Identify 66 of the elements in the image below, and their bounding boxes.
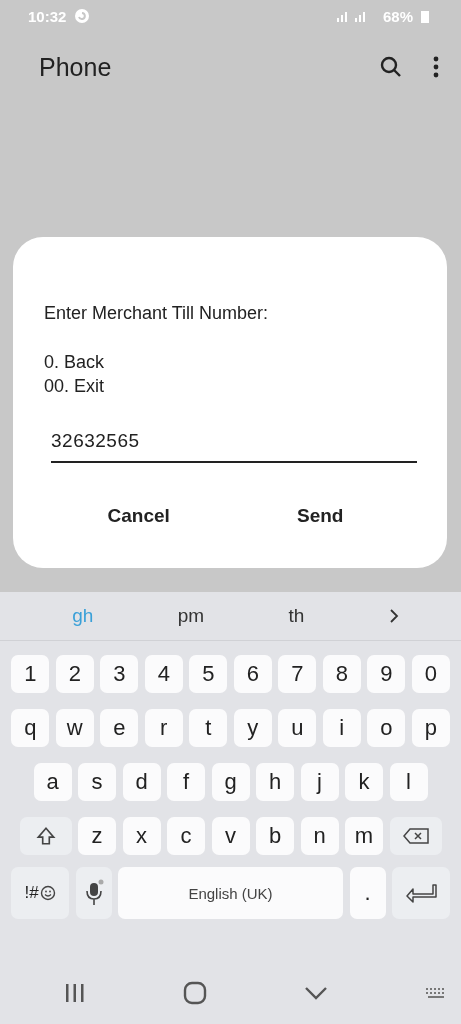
home-icon[interactable] (182, 981, 207, 1005)
keyboard-key[interactable]: w (55, 709, 94, 747)
keyboard-key[interactable]: h (256, 763, 294, 801)
keyboard-key[interactable]: 2 (55, 655, 94, 693)
symbols-key[interactable]: !# (11, 867, 69, 919)
keyboard-key[interactable]: c (167, 817, 205, 855)
enter-icon (405, 883, 437, 903)
keyboard-key[interactable]: v (211, 817, 250, 855)
keyboard-key[interactable]: 9 (367, 655, 406, 693)
keyboard-key[interactable]: q (11, 709, 50, 747)
notification-icon (74, 8, 91, 24)
keyboard-key[interactable]: j (300, 763, 339, 801)
suggestion[interactable]: th (288, 605, 305, 627)
microphone-key[interactable] (75, 867, 112, 919)
chevron-right-icon[interactable] (388, 608, 399, 624)
keyboard-key[interactable]: s (78, 763, 116, 801)
keyboard-key[interactable]: b (256, 817, 294, 855)
suggestion[interactable]: pm (177, 605, 205, 627)
keyboard-key[interactable]: 5 (189, 655, 228, 693)
space-key[interactable]: English (UK) (118, 867, 343, 919)
recent-apps-icon[interactable] (63, 983, 86, 1003)
chevron-down-icon[interactable] (304, 986, 329, 1000)
smiley-icon (39, 885, 56, 901)
search-icon[interactable] (379, 55, 403, 79)
keyboard-key[interactable]: z (78, 817, 116, 855)
dialog-message: Enter Merchant Till Number: (44, 303, 270, 324)
input-field[interactable]: 32632565 (51, 422, 417, 463)
keyboard-key[interactable]: k (345, 763, 383, 801)
keyboard-key[interactable]: g (211, 763, 250, 801)
shift-icon (34, 825, 57, 847)
keyboard-key[interactable]: n (300, 817, 339, 855)
keyboard-key[interactable]: 1 (11, 655, 50, 693)
keyboard-key[interactable]: 8 (322, 655, 361, 693)
dialog-button[interactable]: Send (276, 499, 364, 533)
shift-key[interactable] (19, 817, 72, 855)
keyboard-key[interactable]: l (389, 763, 428, 801)
keyboard-key[interactable]: i (322, 709, 361, 747)
menu-option: 00. Exit (44, 374, 417, 398)
menu-option: 0. Back (44, 350, 417, 374)
keyboard-key[interactable]: u (278, 709, 317, 747)
keyboard-key[interactable]: d (122, 763, 161, 801)
keyboard-key[interactable]: 0 (411, 655, 450, 693)
keyboard-key[interactable]: 3 (100, 655, 139, 693)
keyboard-key[interactable]: t (189, 709, 228, 747)
keyboard-key[interactable]: f (167, 763, 205, 801)
keyboard-key[interactable]: 7 (278, 655, 317, 693)
dialog-button[interactable]: Cancel (87, 499, 190, 533)
more-options-icon[interactable] (433, 56, 439, 78)
keyboard-key[interactable]: e (100, 709, 139, 747)
microphone-icon (83, 879, 104, 907)
keyboard-key[interactable]: x (122, 817, 161, 855)
keyboard-key[interactable]: 6 (233, 655, 272, 693)
battery-icon (421, 9, 429, 23)
keyboard-key[interactable]: a (33, 763, 72, 801)
enter-key[interactable] (392, 867, 450, 919)
keyboard-key[interactable]: 4 (144, 655, 183, 693)
backspace-key[interactable] (389, 817, 442, 855)
period-key[interactable]: . (349, 867, 386, 919)
app-title: Phone (39, 52, 113, 82)
keyboard-key[interactable]: r (144, 709, 183, 747)
backspace-icon (402, 828, 429, 844)
symbols-label: !# (24, 883, 39, 903)
keyboard-key[interactable]: p (411, 709, 450, 747)
keyboard-key[interactable]: m (345, 817, 383, 855)
keyboard-key[interactable]: y (233, 709, 272, 747)
keyboard-key[interactable]: o (367, 709, 406, 747)
